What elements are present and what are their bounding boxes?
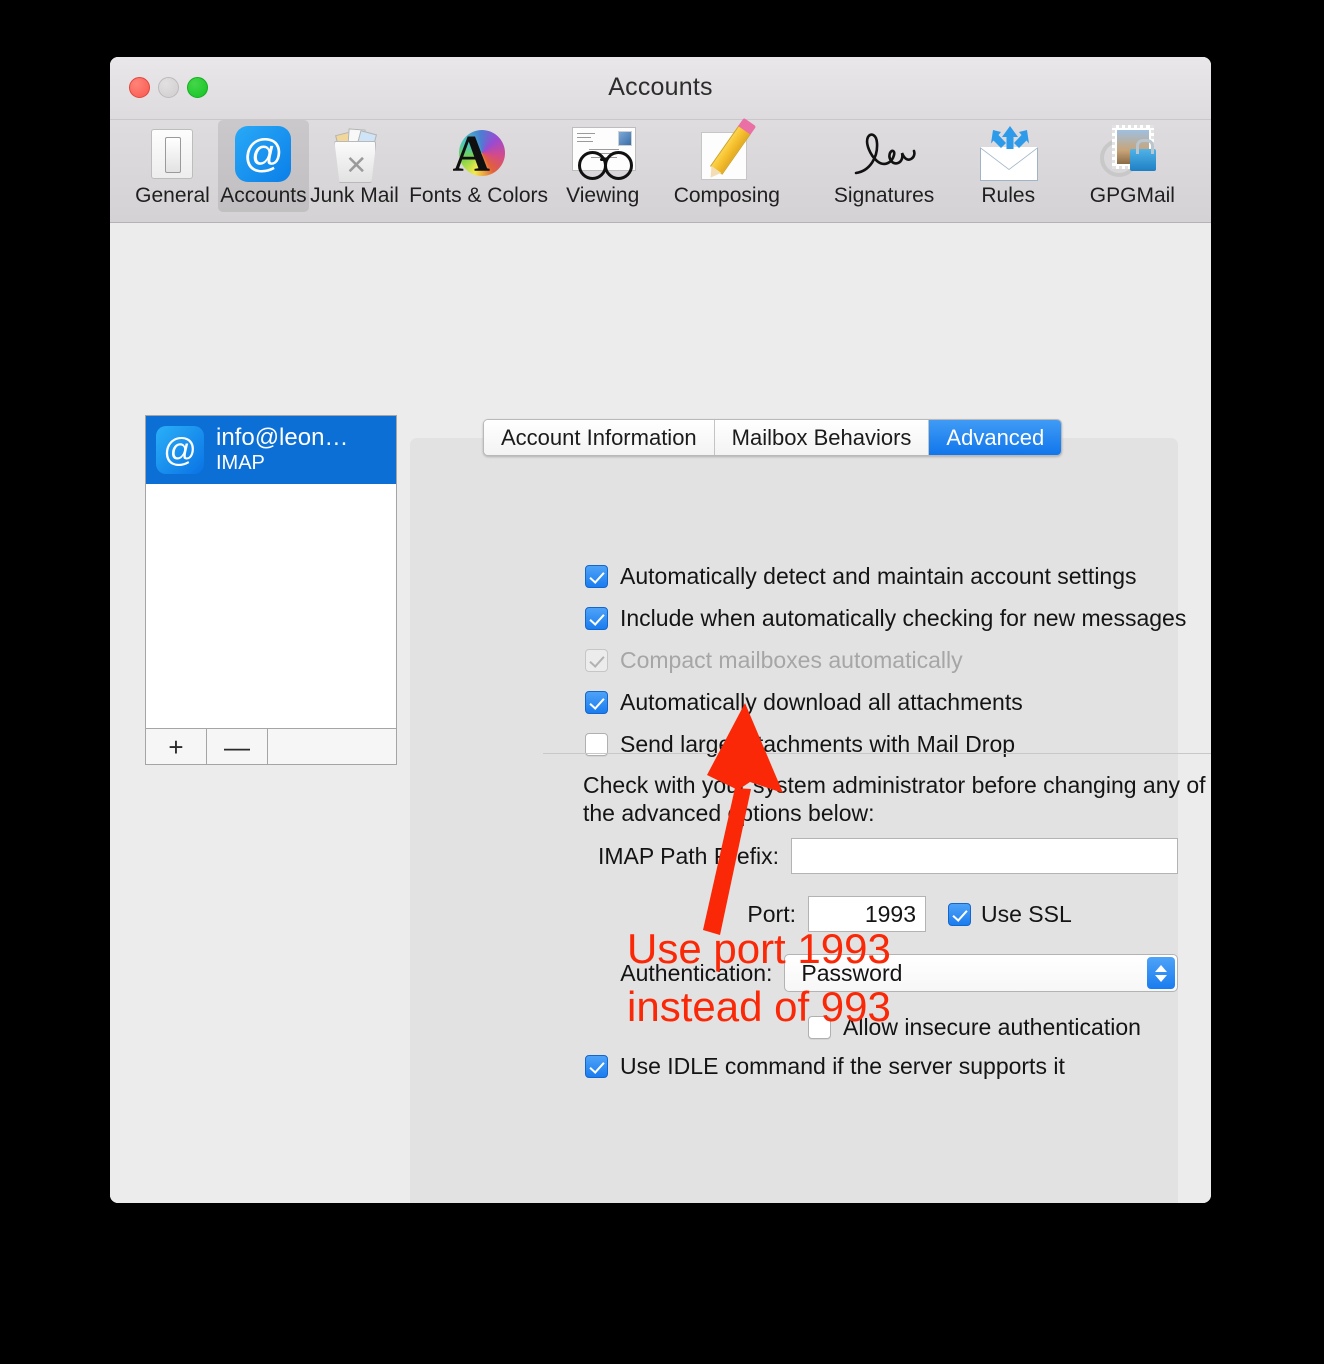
toolbar-item-gpgmail[interactable]: GPGMail — [1054, 120, 1211, 212]
checkbox-compact-mailboxes — [585, 649, 608, 672]
signature-icon — [805, 124, 962, 184]
annotation-line-2: instead of 993 — [627, 983, 891, 1030]
use-ssl-row[interactable]: Use SSL — [948, 901, 1072, 928]
annotation-line-1: Use port 1993 — [627, 925, 891, 972]
chevron-updown-icon[interactable] — [1147, 957, 1175, 989]
toolbar-item-accounts[interactable]: @ Accounts — [217, 120, 309, 212]
settings-tab-bar: Account Information Mailbox Behaviors Ad… — [483, 419, 1063, 456]
toolbar-label-fonts-colors: Fonts & Colors — [409, 184, 548, 207]
checkbox-label-include-check: Include when automatically checking for … — [620, 605, 1187, 631]
checkbox-row-download-attachments[interactable]: Automatically download all attachments — [585, 689, 1186, 716]
color-wheel-a-icon: A — [400, 124, 557, 184]
checkbox-label-compact-mailboxes: Compact mailboxes automatically — [620, 647, 963, 673]
checkbox-download-attachments[interactable] — [585, 691, 608, 714]
tab-advanced[interactable]: Advanced — [929, 420, 1062, 455]
toolbar-item-junk-mail[interactable]: ✕ Junk Mail — [309, 120, 400, 212]
imap-path-prefix-input[interactable] — [791, 838, 1178, 874]
toolbar-item-composing[interactable]: Composing — [648, 120, 805, 212]
toolbar-label-gpgmail: GPGMail — [1089, 184, 1175, 207]
toolbar-item-fonts-colors[interactable]: A Fonts & Colors — [400, 120, 557, 212]
window-title: Accounts — [608, 73, 713, 101]
form-row-imap-path-prefix: IMAP Path Prefix: — [410, 838, 1178, 874]
glasses-message-icon — [557, 124, 648, 184]
toolbar-label-junk-mail: Junk Mail — [310, 184, 399, 207]
admin-warning-text: Check with your system administrator bef… — [583, 772, 1206, 826]
general-switch-icon — [127, 124, 218, 184]
add-account-button[interactable]: + — [146, 729, 207, 764]
account-list: @ info@leon… IMAP + — — [145, 415, 397, 765]
pencil-paper-icon — [648, 124, 805, 184]
checkbox-auto-detect[interactable] — [585, 565, 608, 588]
tab-account-information[interactable]: Account Information — [484, 420, 715, 455]
checkbox-row-use-idle[interactable]: Use IDLE command if the server supports … — [585, 1053, 1178, 1080]
list-item[interactable]: @ info@leon… IMAP — [146, 416, 396, 484]
toolbar-label-viewing: Viewing — [566, 184, 640, 207]
advanced-checkbox-group: Automatically detect and maintain accoun… — [585, 563, 1186, 773]
checkbox-row-auto-detect[interactable]: Automatically detect and maintain accoun… — [585, 563, 1186, 590]
account-text: info@leon… IMAP — [216, 425, 348, 475]
at-sign-icon: @ — [156, 425, 204, 474]
trash-can-icon: ✕ — [309, 124, 400, 184]
checkbox-include-check[interactable] — [585, 607, 608, 630]
checkbox-label-auto-detect: Automatically detect and maintain accoun… — [620, 563, 1137, 589]
window-titlebar: Accounts — [110, 57, 1211, 120]
section-divider — [543, 753, 1211, 754]
toolbar-label-composing: Composing — [673, 184, 780, 207]
checkbox-label-use-ssl: Use SSL — [981, 900, 1072, 927]
toolbar-item-signatures[interactable]: Signatures — [805, 120, 962, 212]
checkbox-row-compact-mailboxes: Compact mailboxes automatically — [585, 647, 1186, 674]
account-list-spacer — [268, 729, 396, 764]
checkbox-label-use-idle: Use IDLE command if the server supports … — [620, 1053, 1065, 1079]
checkbox-use-idle[interactable] — [585, 1055, 608, 1078]
toolbar-item-general[interactable]: General — [127, 120, 218, 212]
account-name: info@leon… — [216, 424, 349, 451]
at-sign-icon: @ — [218, 124, 309, 184]
label-imap-path-prefix: IMAP Path Prefix: — [597, 842, 780, 869]
checkbox-use-ssl[interactable] — [948, 902, 971, 926]
toolbar-label-signatures: Signatures — [833, 184, 935, 207]
toolbar-label-accounts: Accounts — [220, 184, 307, 207]
toolbar-label-general: General — [135, 184, 210, 207]
checkbox-row-include-check[interactable]: Include when automatically checking for … — [585, 605, 1186, 632]
account-type: IMAP — [216, 451, 265, 474]
toolbar-item-viewing[interactable]: Viewing — [557, 120, 648, 212]
tab-mailbox-behaviors[interactable]: Mailbox Behaviors — [714, 420, 930, 455]
toolbar-item-rules[interactable]: Rules — [963, 120, 1054, 212]
checkbox-label-download-attachments: Automatically download all attachments — [620, 689, 1023, 715]
account-list-rows: @ info@leon… IMAP — [146, 416, 396, 729]
accounts-pane: @ info@leon… IMAP + — Automatically dete… — [110, 223, 1211, 1203]
account-list-footer: + — — [146, 728, 396, 764]
preferences-toolbar: General @ Accounts ✕ Junk Mail A Fonts &… — [110, 120, 1211, 223]
advanced-settings-panel: Automatically detect and maintain accoun… — [410, 438, 1211, 1203]
annotation-text: Use port 1993 instead of 993 — [627, 920, 891, 1036]
arrows-envelope-icon — [963, 124, 1054, 184]
screen: Accounts General @ Accounts ✕ Junk Mail … — [0, 0, 1324, 1364]
stamp-lock-icon — [1054, 124, 1211, 184]
remove-account-button[interactable]: — — [207, 729, 268, 764]
toolbar-label-rules: Rules — [981, 184, 1036, 207]
